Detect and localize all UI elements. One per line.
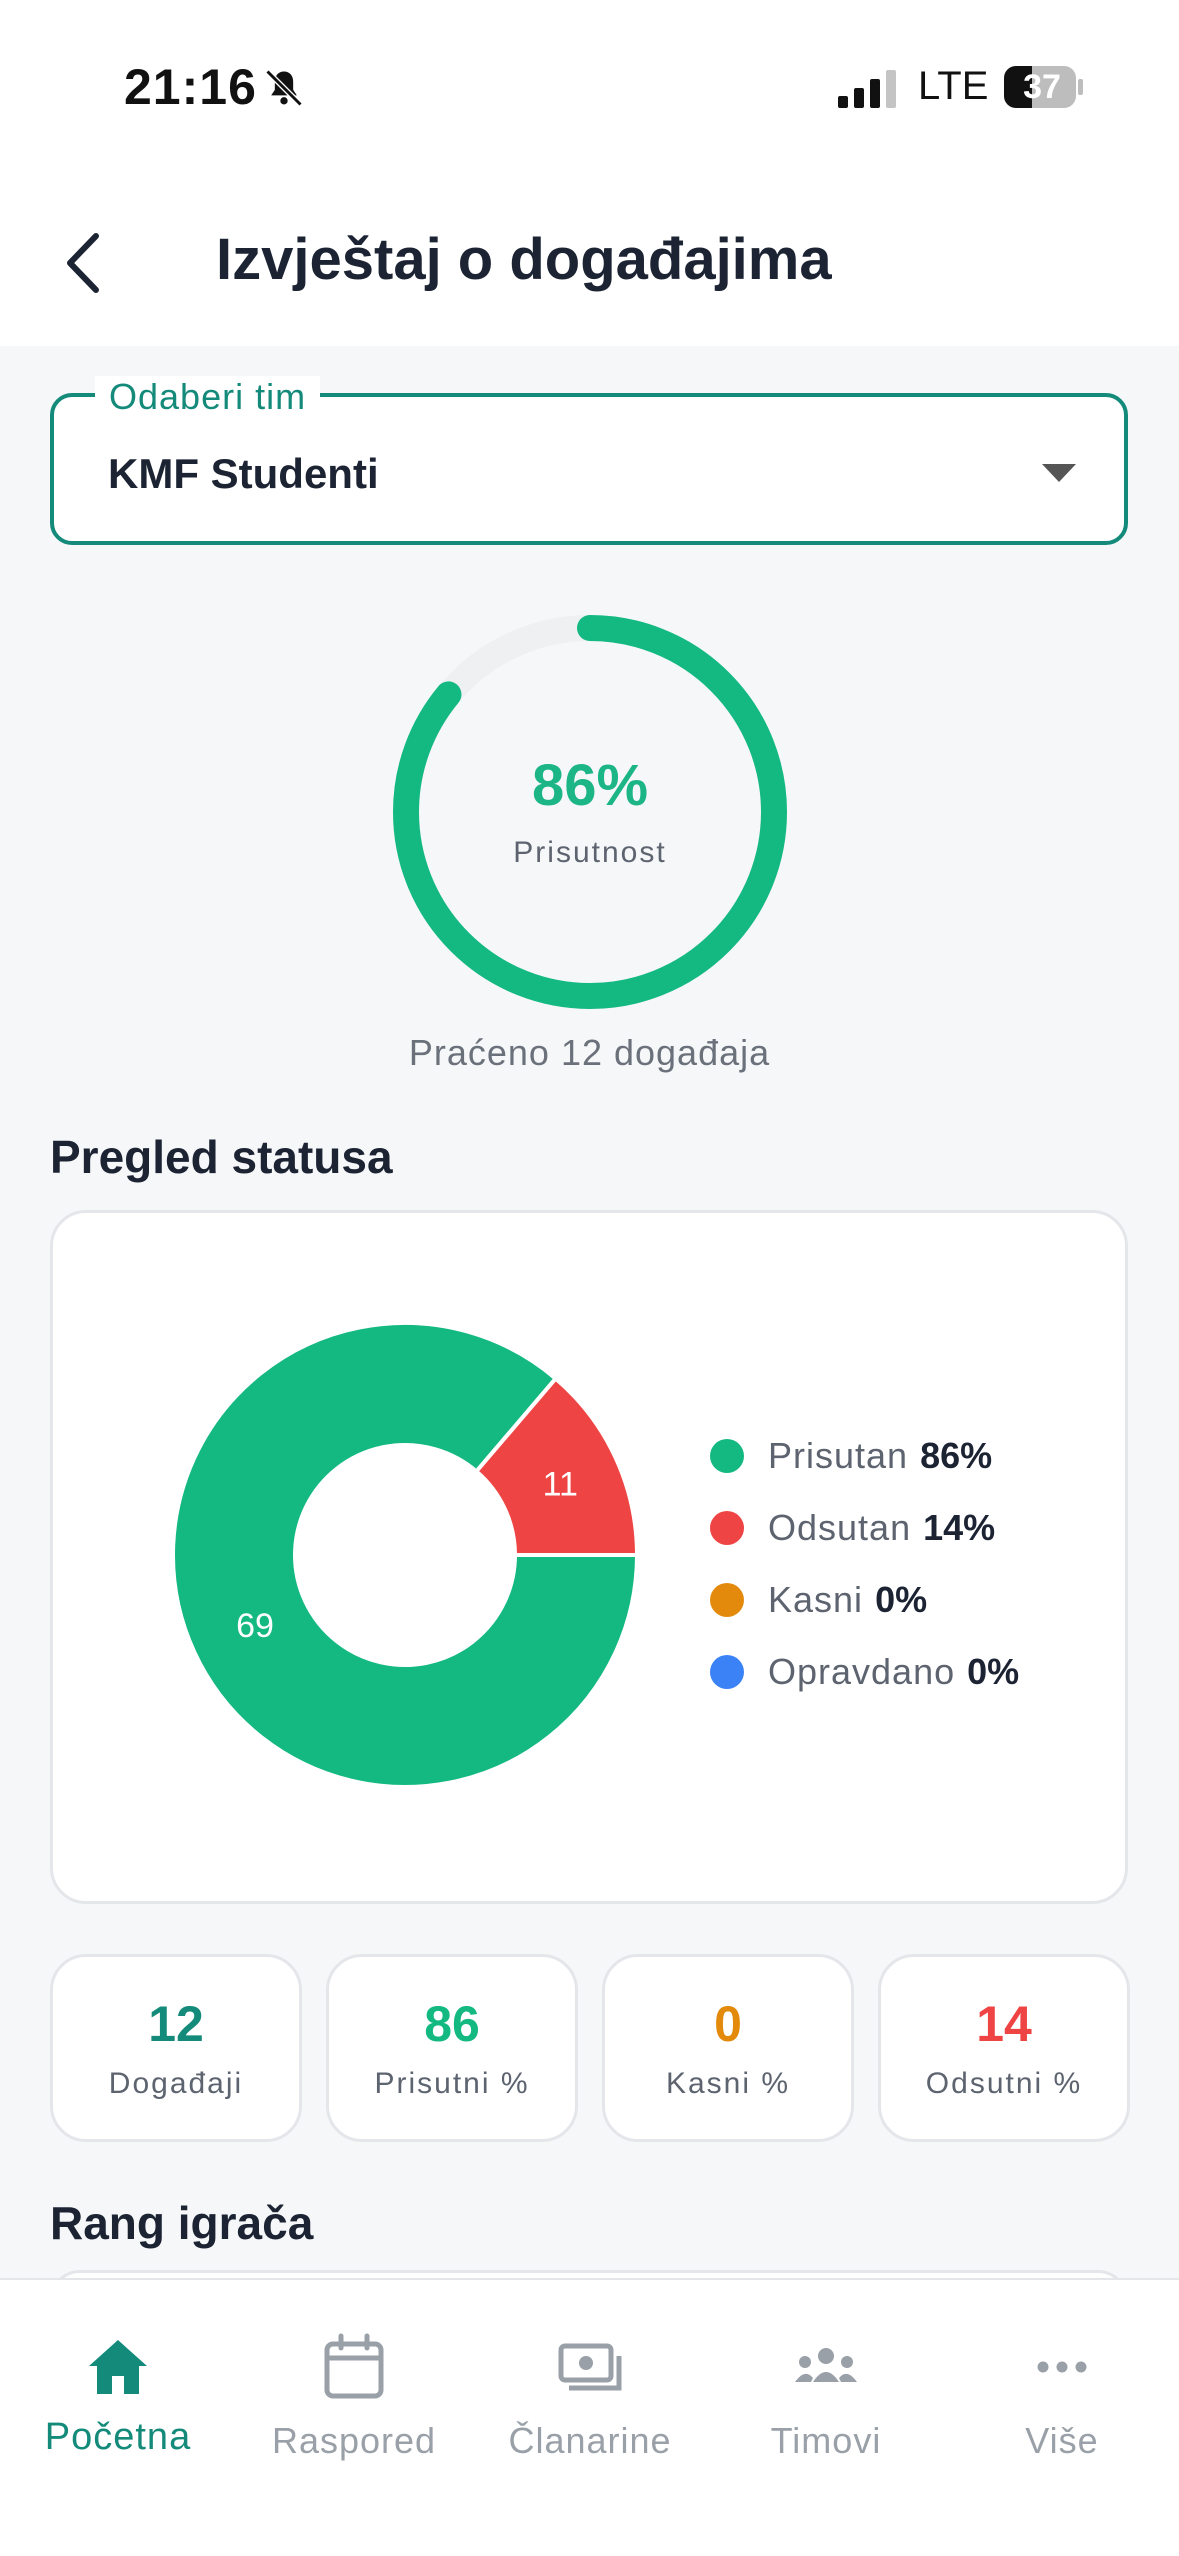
legend-dot-excused [710,1655,744,1689]
app-header: Izvještaj o događajima [0,176,1179,346]
status-time: 21:16 [124,59,257,115]
legend-dot-absent [710,1511,744,1545]
stat-value: 14 [976,1996,1032,2052]
tab-more[interactable]: Više [944,2308,1179,2468]
legend-item-late: Kasni 0% [710,1564,1019,1636]
legend-item-present: Prisutan 86% [710,1420,1019,1492]
signal-icon [838,70,896,108]
tab-label: Raspored [271,2420,437,2461]
legend-percent: 14% [923,1507,996,1548]
home-icon [89,2340,147,2394]
donut-slice-label: 69 [236,1607,274,1645]
tab-label: Timovi [770,2420,882,2461]
tab-schedule[interactable]: Raspored [236,2308,472,2468]
attendance-caption: Prisutnost [513,836,667,869]
page-title: Izvještaj o događajima [216,227,832,292]
team-select-legend: Odaberi tim [95,376,321,418]
donut-slice-label: 11 [543,1465,578,1503]
legend-label: Prisutan [768,1435,909,1476]
legend-percent: 0% [875,1579,928,1620]
legend-percent: 0% [967,1651,1020,1692]
legend-percent: 86% [920,1435,993,1476]
tab-teams[interactable]: Timovi [708,2308,944,2468]
legend-label: Odsutan [768,1507,912,1548]
status-donut-chart: 69 11 [171,1321,640,1789]
status-bar: 21:16 LTE 37 [0,0,1179,176]
player-ranking-title: Rang igrača [50,2197,314,2249]
legend-dot-present [710,1439,744,1473]
stat-label: Prisutni % [374,2067,530,2100]
stat-card-late: 0 Kasni % [602,1954,854,2142]
more-icon [1037,2361,1087,2373]
tracked-events-text: Praćeno 12 događaja [408,1032,771,1073]
tab-label: Članarine [508,2420,672,2461]
legend-item-absent: Odsutan 14% [710,1492,1019,1564]
stat-label: Događaji [108,2067,244,2100]
stat-value: 0 [714,1996,742,2052]
stat-value: 86 [424,1996,480,2052]
bottom-tab-bar: Početna Raspored Članarine Timovi Više [0,2278,1179,2556]
attendance-percent: 86% [531,753,649,818]
stat-label: Odsutni % [925,2067,1083,2100]
legend-label: Kasni [768,1579,864,1620]
legend-label: Opravdano [768,1651,956,1692]
stat-card-absent: 14 Odsutni % [878,1954,1130,2142]
tab-label: Više [1025,2420,1099,2461]
status-overview-title: Pregled statusa [50,1131,393,1183]
calendar-icon [324,2333,384,2399]
stat-card-events: 12 Događaji [50,1954,302,2142]
tab-label: Početna [44,2416,192,2458]
tab-home[interactable]: Početna [0,2308,236,2468]
team-select-value[interactable]: KMF Studenti [108,450,379,498]
stat-card-present: 86 Prisutni % [326,1954,578,2142]
legend-item-excused: Opravdano 0% [710,1636,1019,1708]
caret-down-icon[interactable] [1042,462,1076,484]
stat-label: Kasni % [665,2067,791,2100]
stat-value: 12 [148,1996,204,2052]
tab-memberships[interactable]: Članarine [472,2308,708,2468]
status-legend: Prisutan 86% Odsutan 14% Kasni 0% Opravd… [710,1420,1019,1708]
network-type: LTE [918,64,989,108]
teams-icon [795,2348,857,2382]
legend-dot-late [710,1583,744,1617]
bell-muted-icon [265,69,303,107]
back-icon[interactable] [60,228,110,298]
battery-level: 37 [1023,68,1061,106]
payments-icon [558,2343,622,2391]
